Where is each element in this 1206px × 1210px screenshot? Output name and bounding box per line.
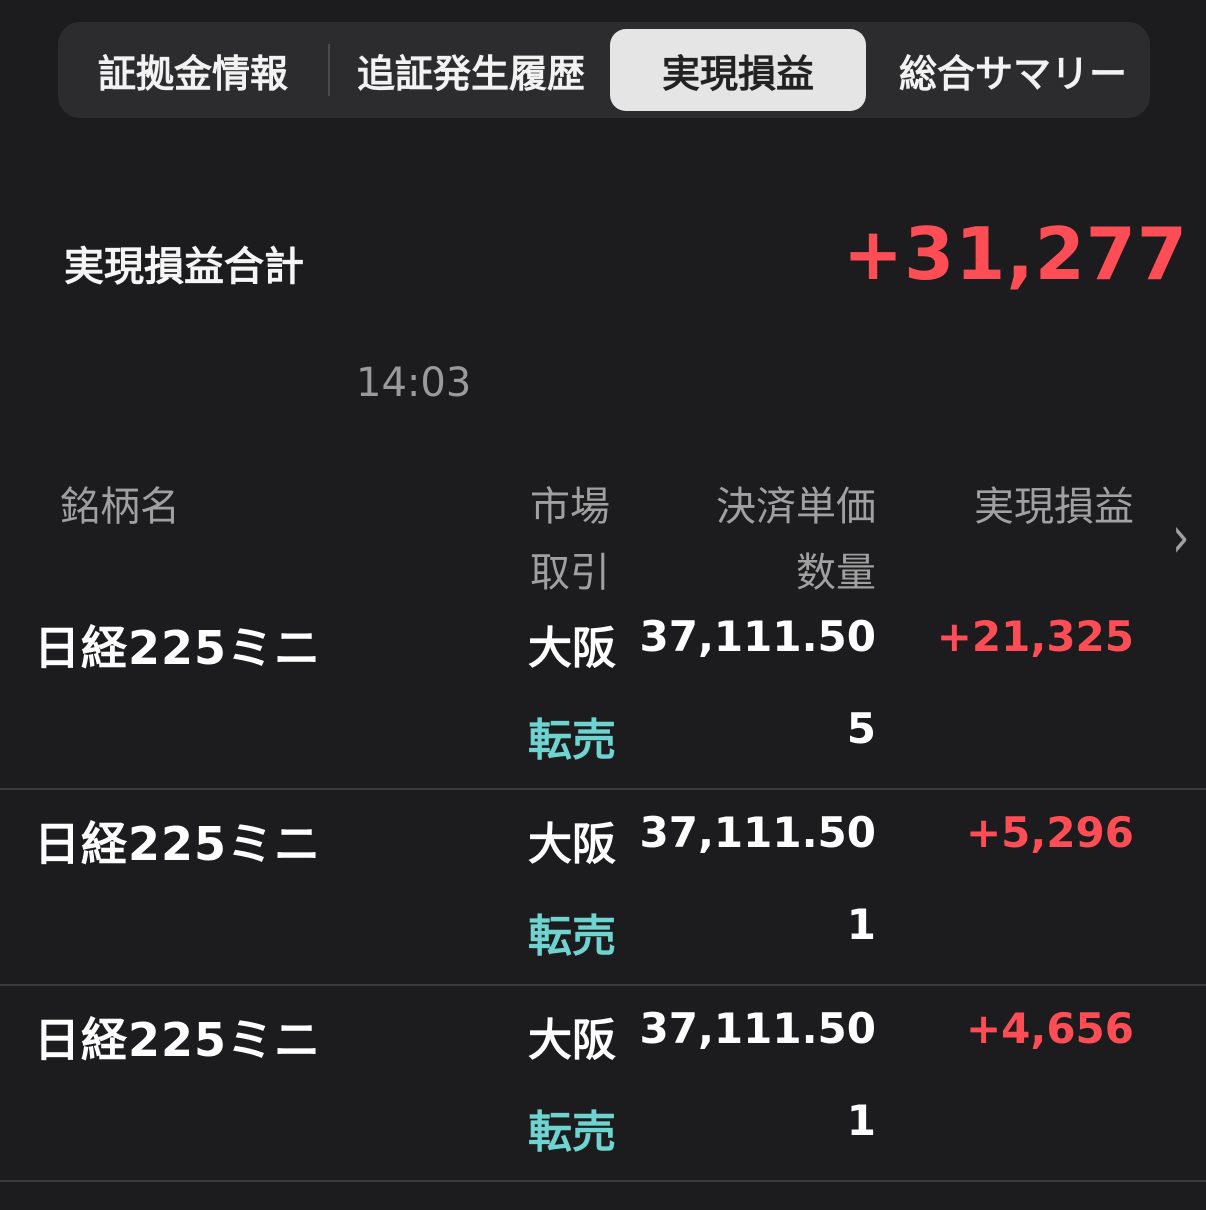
row-name: 日経225ミニ [34,621,322,675]
table-row[interactable]: 日経225ミニ 大阪 37,111.50 +4,656 転売 1 [0,984,1206,1182]
row-qty: 1 [846,900,876,949]
row-trade: 転売 [528,715,616,766]
row-name: 日経225ミニ [34,1013,322,1067]
realized-pnl-total-label: 実現損益合計 [64,244,304,290]
header-trade: 取引 [530,550,610,596]
tab-realized-pnl[interactable]: 実現損益 [610,29,866,111]
row-qty: 5 [846,704,876,753]
chevron-right-icon[interactable]: › [1172,504,1190,570]
tab-overall-summary[interactable]: 総合サマリー [878,22,1148,118]
row-market: 大阪 [528,819,616,870]
row-price: 37,111.50 [639,1004,876,1053]
table-row[interactable]: 日経225ミニ 大阪 37,111.50 +5,296 転売 1 [0,788,1206,986]
row-name: 日経225ミニ [34,817,322,871]
table-row[interactable]: 日経225ミニ 大阪 37,111.50 +21,325 転売 5 [0,592,1206,790]
header-name: 銘柄名 [60,484,180,530]
row-price: 37,111.50 [639,808,876,857]
header-price: 決済単価 [716,484,876,530]
segment-tab-bar: 証拠金情報 追証発生履歴 実現損益 総合サマリー [58,22,1150,118]
row-qty: 1 [846,1096,876,1145]
row-market: 大阪 [528,1015,616,1066]
row-price: 37,111.50 [639,612,876,661]
realized-pnl-total-value: +31,277 [842,212,1188,296]
row-trade: 転売 [528,1107,616,1158]
row-pnl: +21,325 [936,612,1134,661]
tab-margin-info[interactable]: 証拠金情報 [68,22,318,118]
tab-divider [328,44,330,96]
update-time: 14:03 [356,360,472,406]
row-pnl: +5,296 [965,808,1134,857]
row-market: 大阪 [528,623,616,674]
tab-margin-call-history[interactable]: 追証発生履歴 [336,22,606,118]
header-qty: 数量 [796,550,876,596]
row-trade: 転売 [528,911,616,962]
header-pnl: 実現損益 [974,484,1134,530]
header-market: 市場 [530,484,610,530]
row-pnl: +4,656 [965,1004,1134,1053]
